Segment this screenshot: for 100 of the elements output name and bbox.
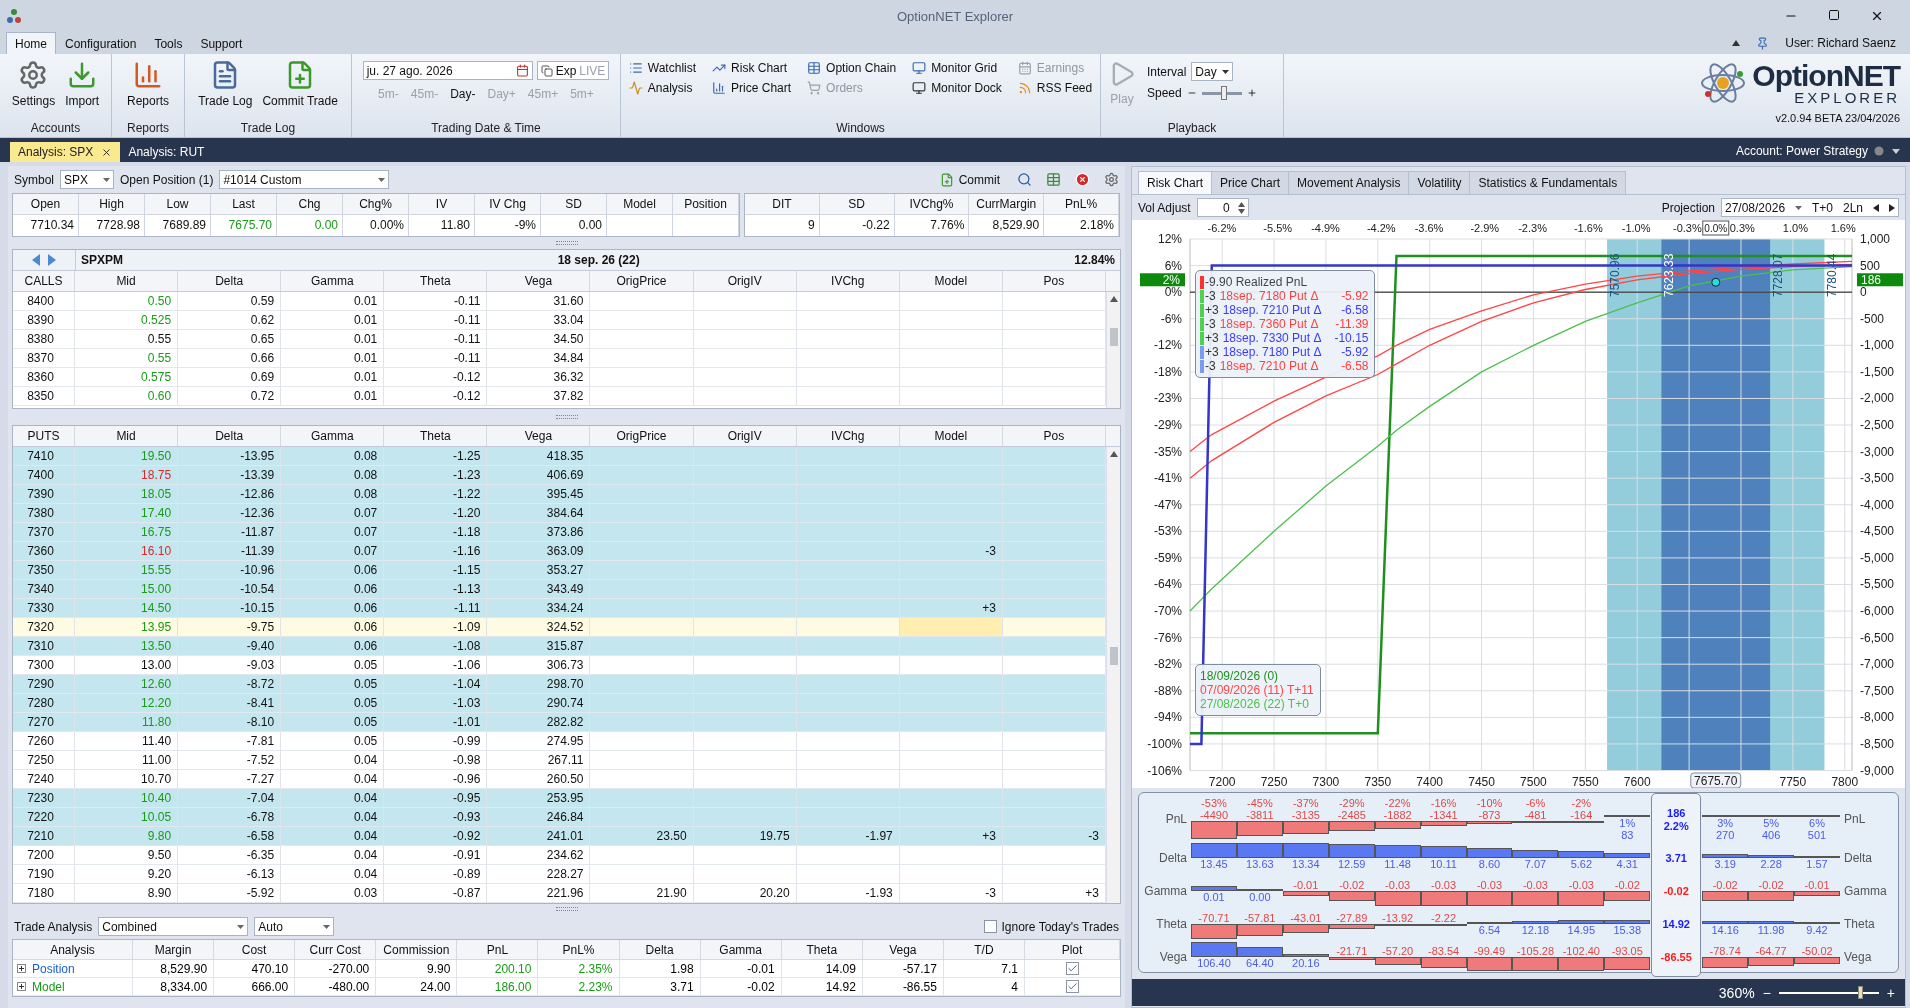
scroll-thumb[interactable] xyxy=(1110,328,1118,346)
option-row[interactable]: 7190 9.20 -6.13 0.04 -0.89 228.27 xyxy=(13,865,1106,884)
maximize-button[interactable] xyxy=(1828,9,1840,21)
window-button[interactable]: Monitor Grid xyxy=(909,59,1005,77)
settings-icon[interactable] xyxy=(1104,172,1119,187)
window-button[interactable]: Monitor Dock xyxy=(909,79,1005,97)
caret-icon[interactable] xyxy=(323,924,331,929)
menu-tab[interactable]: Home xyxy=(6,32,56,54)
interval-select[interactable]: Day xyxy=(1191,62,1234,81)
projection-field[interactable]: 27/08/2026 T+0 2Ln xyxy=(1721,198,1899,217)
scroll-thumb[interactable] xyxy=(1110,647,1118,665)
expand-icon[interactable] xyxy=(17,964,26,973)
window-button[interactable]: Watchlist xyxy=(625,59,700,77)
option-row[interactable]: 7260 11.40 -7.81 0.05 -0.99 274.95 xyxy=(13,732,1106,751)
plus-icon[interactable] xyxy=(1246,88,1257,98)
option-row[interactable]: 7180 8.90 -5.92 0.03 -0.87 221.96 21.90 20.20 -1.93 -3 +3 xyxy=(13,884,1106,903)
menu-tab[interactable]: Tools xyxy=(145,32,192,54)
table-icon[interactable] xyxy=(1046,172,1061,187)
caret-icon[interactable] xyxy=(1222,69,1230,74)
option-row[interactable]: 7330 14.50 -10.15 0.06 -1.11 334.24 +3 xyxy=(13,599,1106,618)
calendar-icon[interactable] xyxy=(515,64,529,77)
menu-tab[interactable]: Configuration xyxy=(56,32,146,54)
window-button[interactable]: RSS Feed xyxy=(1014,79,1096,97)
collapse-icon[interactable] xyxy=(1732,40,1741,46)
search-icon[interactable] xyxy=(1017,172,1032,187)
chart-tab[interactable]: Risk Chart xyxy=(1138,171,1212,194)
chart-tab[interactable]: Movement Analysis xyxy=(1288,171,1410,194)
option-row[interactable]: 7320 13.95 -9.75 0.06 -1.09 324.52 xyxy=(13,618,1106,637)
option-row[interactable]: 7400 18.75 -13.39 0.08 -1.23 406.69 xyxy=(13,466,1106,485)
time-step-button[interactable]: Day- xyxy=(445,85,481,103)
option-row[interactable]: 8370 0.55 0.66 0.01 -0.11 34.84 xyxy=(13,349,1106,368)
chart-tab[interactable]: Statistics & Fundamentals xyxy=(1469,171,1627,194)
next-icon[interactable] xyxy=(1888,203,1895,212)
commit-button[interactable]: Commit xyxy=(936,170,1003,189)
caret-icon[interactable] xyxy=(237,924,245,929)
spinner-icon[interactable] xyxy=(1237,201,1245,214)
window-button[interactable]: Option Chain xyxy=(804,59,900,77)
option-row[interactable]: 7360 16.10 -11.39 0.07 -1.16 363.09 -3 xyxy=(13,542,1106,561)
scroll-up-icon[interactable] xyxy=(1110,296,1118,302)
scrollbar[interactable] xyxy=(1106,447,1120,903)
option-row[interactable]: 7270 11.80 -8.10 0.05 -1.01 282.82 xyxy=(13,713,1106,732)
zoom-in-button[interactable]: + xyxy=(1886,984,1895,1001)
option-row[interactable]: 7370 16.75 -11.87 0.07 -1.18 373.86 xyxy=(13,523,1106,542)
dropdown-icon[interactable] xyxy=(1892,148,1900,154)
date-field[interactable]: ju. 27 ago. 2026 xyxy=(362,61,533,80)
window-button[interactable]: Risk Chart xyxy=(709,59,795,77)
caret-icon[interactable] xyxy=(378,177,386,182)
chart-tab[interactable]: Volatility xyxy=(1408,171,1471,194)
plot-checkbox[interactable] xyxy=(1066,980,1079,993)
plot-checkbox[interactable] xyxy=(1066,962,1079,975)
option-row[interactable]: 7350 15.55 -10.96 0.06 -1.15 353.27 xyxy=(13,561,1106,580)
import-button[interactable]: Import xyxy=(62,56,103,112)
scrollbar[interactable] xyxy=(1106,292,1120,408)
option-row[interactable]: 8400 0.50 0.59 0.01 -0.11 31.60 xyxy=(13,292,1106,311)
document-tab[interactable]: Analysis: SPX xyxy=(10,142,121,162)
caret-icon[interactable] xyxy=(1795,205,1803,210)
zoom-out-button[interactable]: − xyxy=(1762,984,1771,1001)
option-row[interactable]: 7410 19.50 -13.95 0.08 -1.25 418.35 xyxy=(13,447,1106,466)
ignore-trades-checkbox[interactable] xyxy=(983,920,997,933)
option-row[interactable]: 7220 10.05 -6.78 0.04 -0.93 246.84 xyxy=(13,808,1106,827)
option-row[interactable]: 8360 0.575 0.69 0.01 -0.12 36.32 xyxy=(13,368,1106,387)
scale-select[interactable]: Auto xyxy=(254,917,335,936)
option-row[interactable]: 8380 0.55 0.65 0.01 -0.11 34.50 xyxy=(13,330,1106,349)
delete-icon[interactable] xyxy=(1075,172,1090,187)
expand-icon[interactable] xyxy=(17,982,26,991)
option-row[interactable]: 7250 11.00 -7.52 0.04 -0.98 267.11 xyxy=(13,751,1106,770)
window-button[interactable]: Analysis xyxy=(625,79,700,97)
menu-tab[interactable]: Support xyxy=(191,32,252,54)
trade-log-button[interactable]: Trade Log xyxy=(195,56,256,112)
settings-button[interactable]: Settings xyxy=(8,56,59,112)
symbol-select[interactable]: SPX xyxy=(60,170,114,189)
vol-adjust-field[interactable]: 0 xyxy=(1196,198,1249,217)
pin-icon[interactable] xyxy=(1756,36,1770,50)
position-select[interactable]: #1014 Custom xyxy=(219,170,390,189)
document-tab[interactable]: Analysis: RUT xyxy=(120,142,213,162)
option-row[interactable]: 7340 15.00 -10.54 0.06 -1.13 343.49 xyxy=(13,580,1106,599)
option-row[interactable]: 7310 13.50 -9.40 0.06 -1.08 315.87 xyxy=(13,637,1106,656)
analysis-name[interactable]: Model xyxy=(32,979,65,994)
commit-trade-button[interactable]: Commit Trade xyxy=(259,56,341,112)
analysis-name[interactable]: Position xyxy=(32,961,75,976)
close-icon[interactable] xyxy=(101,146,113,158)
analysis-mode-select[interactable]: Combined xyxy=(98,917,249,936)
option-row[interactable]: 8390 0.525 0.62 0.01 -0.11 33.04 xyxy=(13,311,1106,330)
option-row[interactable]: 7280 12.20 -8.41 0.05 -1.03 290.74 xyxy=(13,694,1106,713)
previous-icon[interactable] xyxy=(1873,203,1879,212)
chart-tab[interactable]: Price Chart xyxy=(1211,171,1290,194)
window-button[interactable]: Price Chart xyxy=(709,79,795,97)
option-row[interactable]: 8350 0.60 0.72 0.01 -0.12 37.82 xyxy=(13,387,1106,406)
close-button[interactable] xyxy=(1870,9,1884,23)
option-row[interactable]: 7290 12.60 -8.72 0.05 -1.04 298.70 xyxy=(13,675,1106,694)
option-row[interactable]: 7390 18.05 -12.86 0.08 -1.22 395.45 xyxy=(13,485,1106,504)
reports-button[interactable]: Reports xyxy=(124,56,172,112)
option-row[interactable]: 7200 9.50 -6.35 0.04 -0.91 234.62 xyxy=(13,846,1106,865)
scroll-up-icon[interactable] xyxy=(1110,451,1118,457)
option-row[interactable]: 7230 10.40 -7.04 0.04 -0.95 253.95 xyxy=(13,789,1106,808)
caret-icon[interactable] xyxy=(103,177,110,182)
option-row[interactable]: 7300 13.00 -9.03 0.05 -1.06 306.73 xyxy=(13,656,1106,675)
option-row[interactable]: 7240 10.70 -7.27 0.04 -0.96 260.50 xyxy=(13,770,1106,789)
option-row[interactable]: 7210 9.80 -6.58 0.04 -0.92 241.01 23.50 19.75 -1.97 +3 -3 xyxy=(13,827,1106,846)
option-row[interactable]: 7380 17.40 -12.36 0.07 -1.20 384.64 xyxy=(13,504,1106,523)
